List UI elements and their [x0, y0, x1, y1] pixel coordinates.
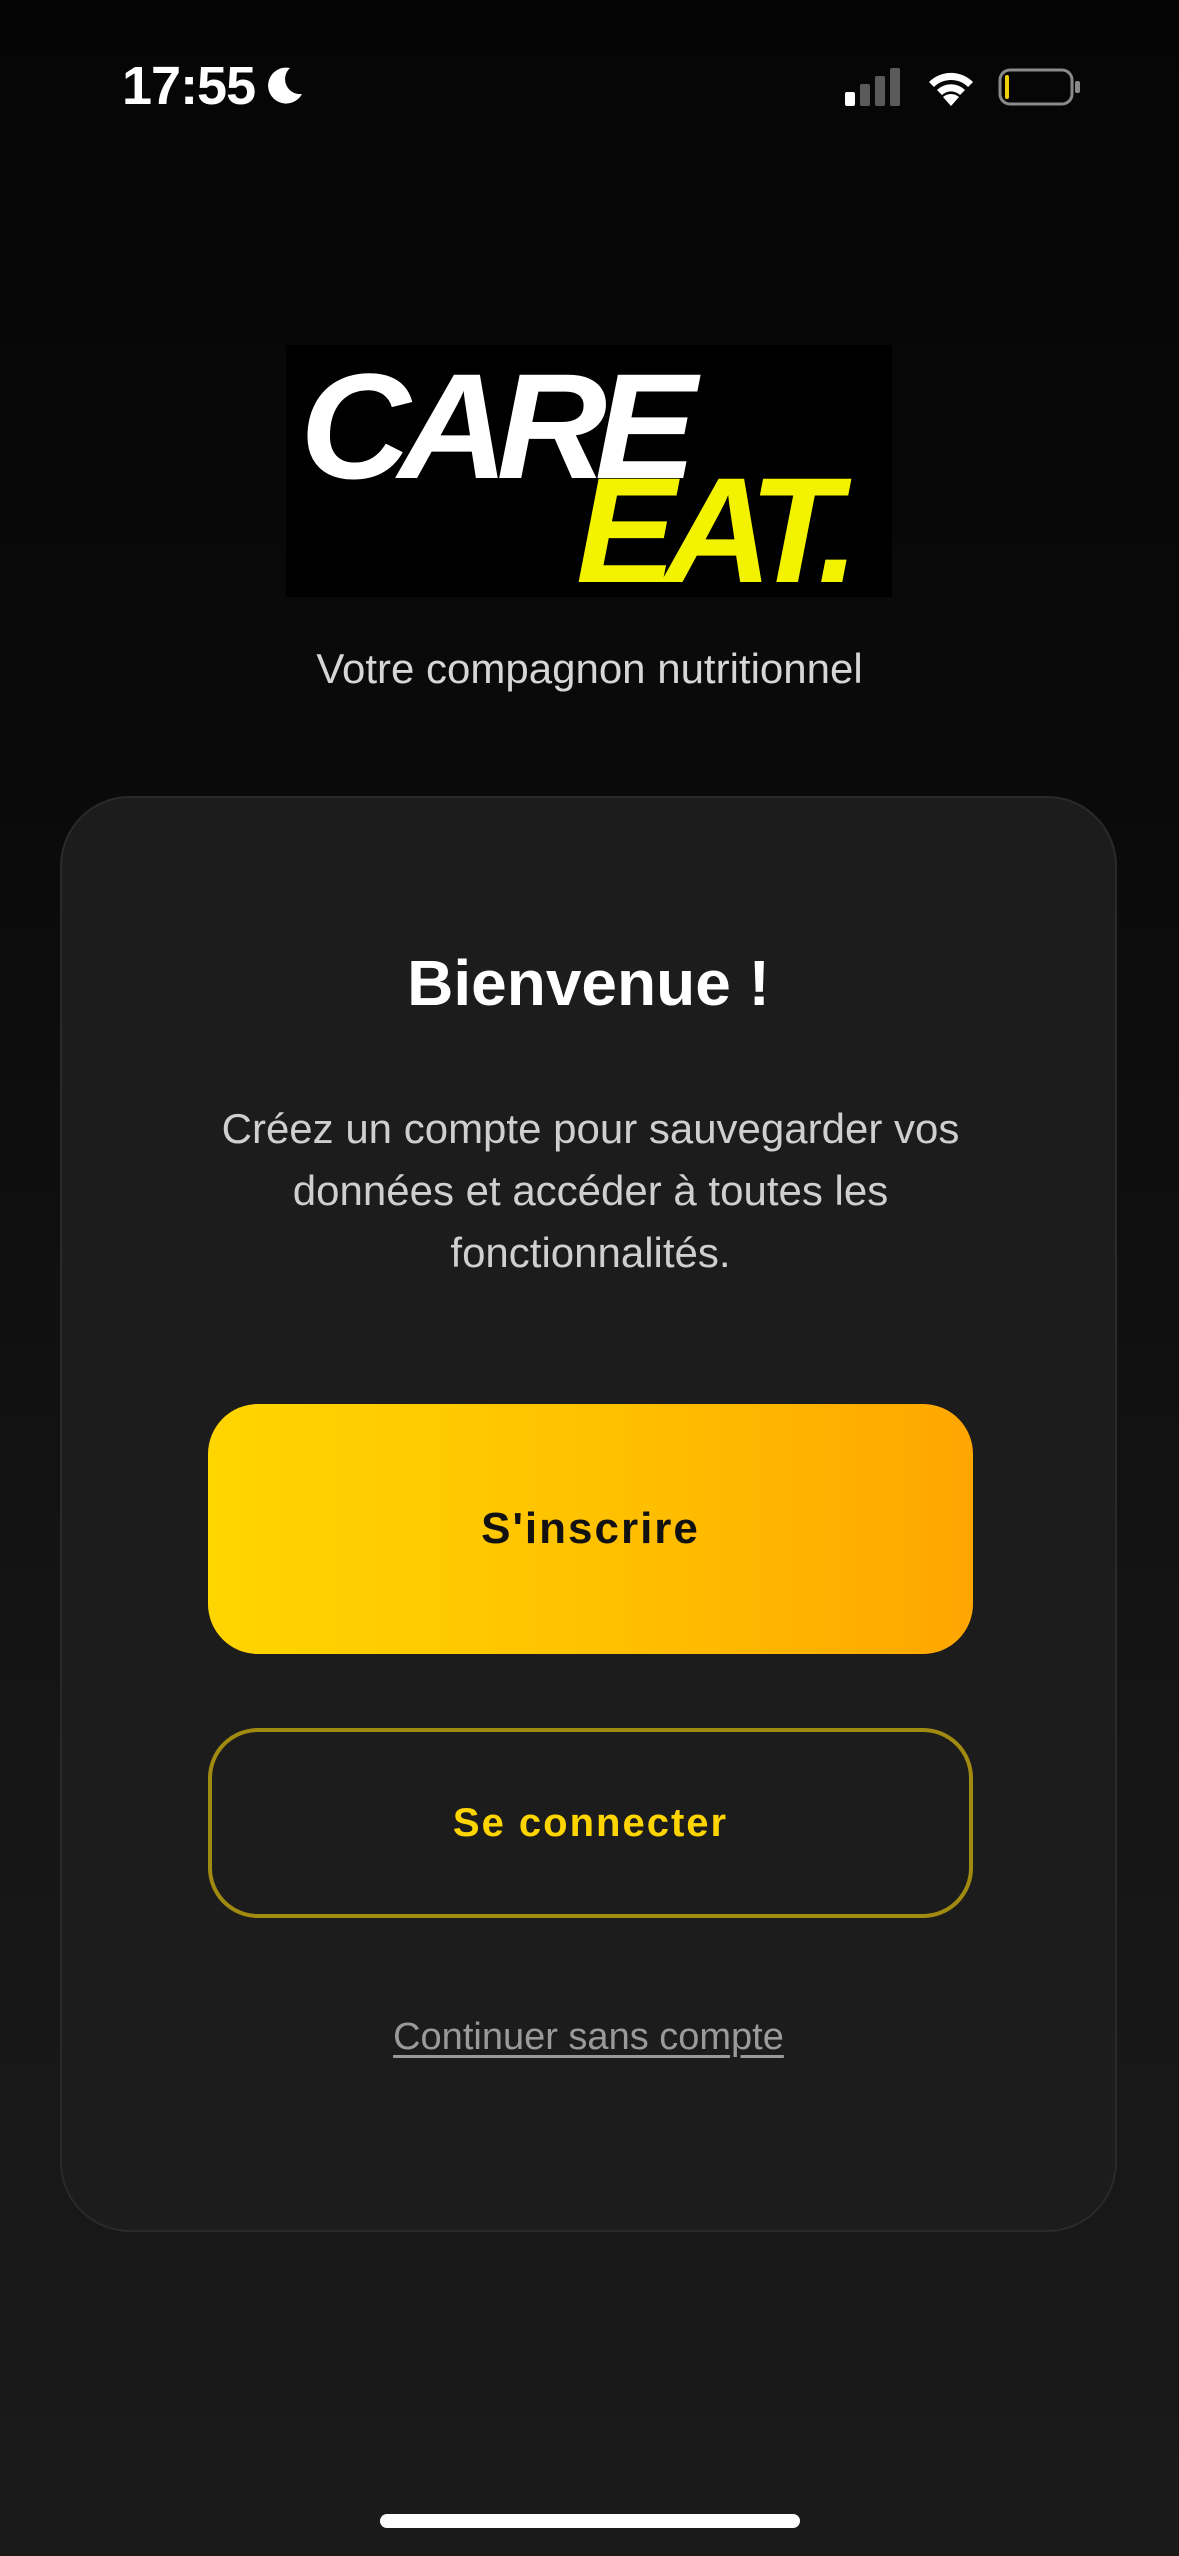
welcome-description: Créez un compte pour sauvegarder vos don… [221, 1105, 960, 1276]
care-eat-logo: CARE EAT. [286, 345, 892, 605]
battery-icon [998, 66, 1082, 108]
welcome-card: Bienvenue ! Créez un compte pour sauvega… [60, 796, 1117, 2232]
moon-icon [262, 64, 306, 108]
signal-icon [843, 66, 905, 108]
login-button[interactable]: Se connecter [208, 1728, 973, 1918]
welcome-title: Bienvenue ! [407, 947, 770, 1019]
status-time: 17:55 [122, 56, 256, 116]
home-indicator[interactable] [380, 2514, 800, 2528]
continue-without-account-link[interactable]: Continuer sans compte [62, 2016, 1115, 2059]
status-bar: 17:55 [0, 0, 1179, 170]
signup-button[interactable]: S'inscrire [208, 1404, 973, 1654]
tagline: Votre compagnon nutritionnel [316, 645, 863, 692]
logo-eat-text: EAT. [576, 446, 859, 614]
wifi-icon [925, 66, 977, 108]
